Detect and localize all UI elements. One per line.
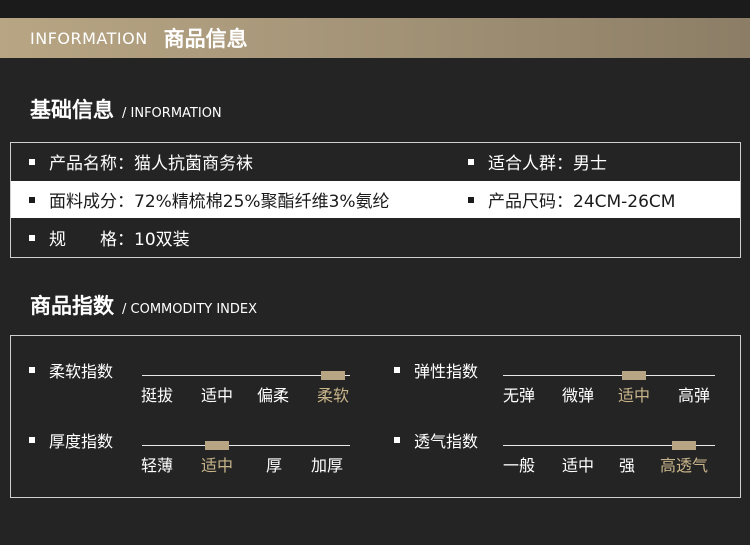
- basic-row-2: 面料成分：72%精梳棉25%聚酯纤维3%氨纶 产品尺码：24CM-26CM: [11, 181, 740, 218]
- breathability-level-marker: [672, 441, 696, 450]
- header-bar: INFORMATION 商品信息: [0, 18, 750, 58]
- thickness-level-marker: [205, 441, 229, 450]
- product-name-text: 产品名称：猫人抗菌商务袜: [49, 154, 253, 174]
- basic-info-title-en: / INFORMATION: [122, 106, 222, 121]
- elasticity-index-label: 弹性指数: [394, 358, 478, 382]
- elasticity-option: 高弹: [678, 386, 711, 405]
- size: 产品尺码：24CM-26CM: [468, 187, 675, 212]
- elasticity-option: 无弹: [503, 386, 536, 405]
- commodity-index-panel: 柔软指数 挺拔 适中 偏柔 柔软 弹性指数 无弹 微弹 适中 高弹 厚度指数 轻薄 适中厚加厚 透气指数一…: [10, 335, 741, 498]
- bullet-icon: [29, 367, 35, 373]
- breathability-index-label-text: 透气指数: [414, 432, 479, 451]
- elasticity-scale-line: [503, 375, 715, 376]
- fabric: 面料成分：72%精梳棉25%聚酯纤维3%氨纶: [29, 187, 390, 212]
- commodity-index-title-en: / COMMODITY INDEX: [122, 302, 258, 317]
- basic-info-title: 基础信息 / INFORMATION: [30, 94, 222, 124]
- breathability-index-label: 透气指数: [394, 428, 478, 452]
- softness-level-marker: [321, 371, 345, 380]
- bullet-icon: [394, 367, 400, 373]
- commodity-index-title: 商品指数 / COMMODITY INDEX: [30, 290, 257, 320]
- spec: 规 格：10双装: [29, 225, 190, 250]
- basic-info-title-cn: 基础信息: [30, 98, 114, 122]
- bullet-icon: [29, 437, 35, 443]
- size-text: 产品尺码：24CM-26CM: [488, 192, 676, 212]
- spec-text: 规 格：10双装: [49, 230, 190, 250]
- elasticity-level-marker: [622, 371, 646, 380]
- breathability-option: 强: [619, 456, 636, 475]
- thickness-index-label-text: 厚度指数: [49, 432, 114, 451]
- thickness-option: 轻薄: [141, 456, 174, 475]
- elasticity-option: 微弹: [562, 386, 595, 405]
- elasticity-index-label-text: 弹性指数: [414, 362, 479, 381]
- breathability-option: 高透气: [660, 456, 709, 475]
- basic-row-1: 产品名称：猫人抗菌商务袜 适合人群：男士: [11, 143, 740, 180]
- bullet-icon: [468, 196, 474, 203]
- commodity-index-title-cn: 商品指数: [30, 294, 114, 318]
- basic-row-3: 规 格：10双装: [11, 219, 740, 256]
- top-band: [0, 0, 750, 18]
- softness-scale-line: [142, 375, 350, 376]
- product-name: 产品名称：猫人抗菌商务袜: [29, 149, 253, 174]
- breathability-option: 一般: [503, 456, 536, 475]
- header-title-en: INFORMATION: [30, 28, 148, 48]
- bullet-icon: [468, 158, 474, 165]
- thickness-option: 厚: [266, 456, 283, 475]
- softness-option: 柔软: [317, 386, 350, 405]
- basic-info-table: 产品名称：猫人抗菌商务袜 适合人群：男士 面料成分：72%精梳棉25%聚酯纤维3…: [10, 142, 741, 258]
- bullet-icon: [394, 437, 400, 443]
- bullet-icon: [29, 196, 35, 203]
- breathability-option: 适中: [562, 456, 595, 475]
- target-group: 适合人群：男士: [468, 149, 607, 174]
- thickness-option: 加厚: [311, 456, 344, 475]
- thickness-option: 适中: [201, 456, 234, 475]
- bullet-icon: [29, 158, 35, 165]
- bullet-icon: [29, 234, 35, 241]
- thickness-index-label: 厚度指数: [29, 428, 113, 452]
- softness-option: 挺拔: [141, 386, 174, 405]
- target-group-text: 适合人群：男士: [488, 154, 607, 174]
- thickness-scale-line: [142, 445, 350, 446]
- softness-option: 偏柔: [257, 386, 290, 405]
- header-title-cn: 商品信息: [163, 27, 248, 51]
- softness-index-label-text: 柔软指数: [49, 362, 114, 381]
- fabric-text: 面料成分：72%精梳棉25%聚酯纤维3%氨纶: [49, 192, 390, 212]
- elasticity-option: 适中: [618, 386, 651, 405]
- softness-option: 适中: [201, 386, 234, 405]
- softness-index-label: 柔软指数: [29, 358, 113, 382]
